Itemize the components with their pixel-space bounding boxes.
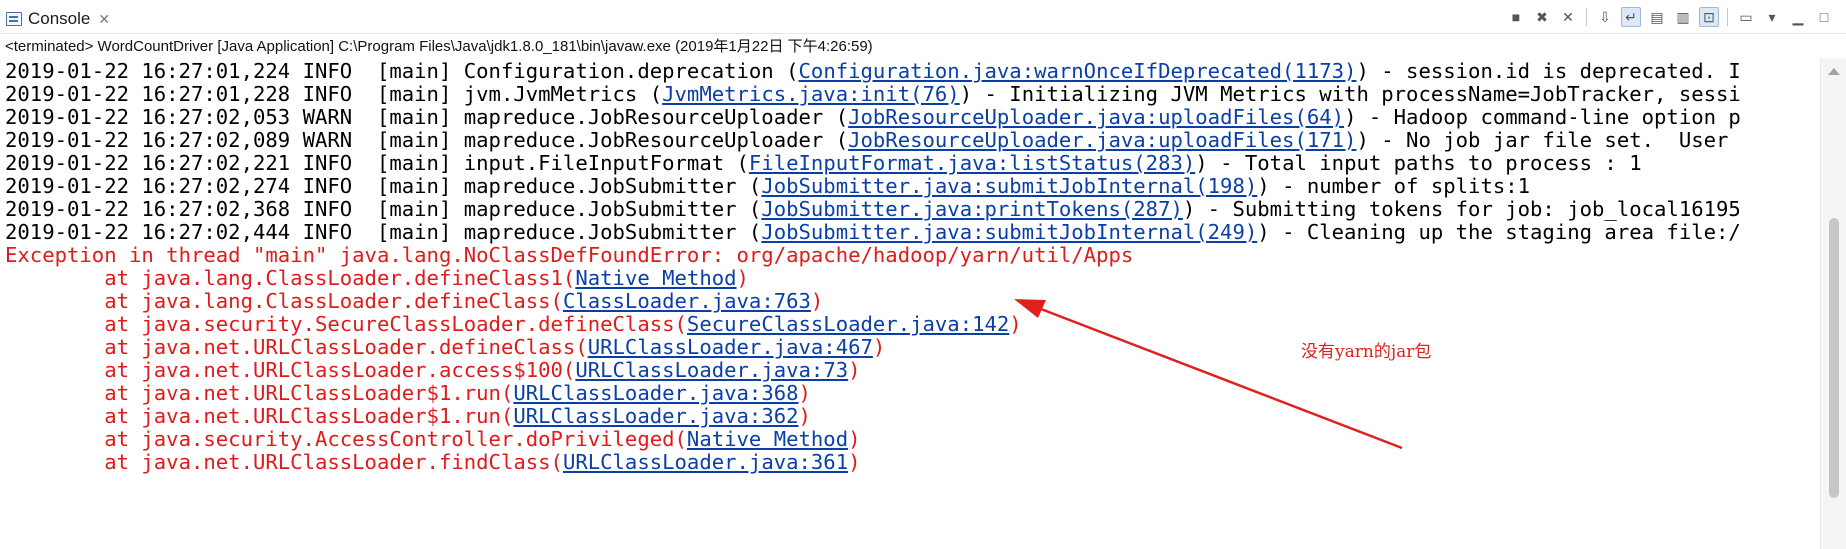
source-link[interactable]: SecureClassLoader.java:142 [687, 312, 1009, 336]
console-icon [6, 12, 22, 26]
tab-console[interactable]: Console ✕ [2, 4, 118, 34]
terminate-icon[interactable]: ■ [1506, 7, 1526, 27]
source-link[interactable]: JobSubmitter.java:printTokens(287) [761, 197, 1183, 221]
show-on-stderr-icon[interactable]: ▥ [1673, 7, 1693, 27]
remove-all-icon[interactable]: ✕ [1558, 7, 1578, 27]
tab-console-label: Console [28, 9, 91, 28]
word-wrap-icon[interactable]: ↵ [1621, 7, 1641, 27]
source-link[interactable]: JobSubmitter.java:submitJobInternal(198) [761, 174, 1257, 198]
source-link[interactable]: URLClassLoader.java:361 [563, 450, 848, 474]
toolbar-separator [1586, 8, 1587, 26]
open-console-icon[interactable]: ▾ [1762, 7, 1782, 27]
launch-status: <terminated> WordCountDriver [Java Appli… [5, 38, 873, 55]
console-toolbar: ■ ✖ ✕ ⇩ ↵ ▤ ▥ ⊡ ▭ ▾ ▁ □ [1506, 6, 1834, 28]
show-on-stdout-icon[interactable]: ▤ [1647, 7, 1667, 27]
source-link[interactable]: Configuration.java:warnOnceIfDeprecated(… [799, 59, 1357, 83]
display-console-icon[interactable]: ▭ [1736, 7, 1756, 27]
remove-launch-icon[interactable]: ✖ [1532, 7, 1552, 27]
source-link[interactable]: URLClassLoader.java:73 [575, 358, 848, 382]
source-link[interactable]: Native Method [687, 427, 848, 451]
stack-trace-line: at java.net.URLClassLoader.findClass(URL… [5, 450, 861, 474]
annotation-note: 没有yarn的jar包 [1301, 342, 1432, 362]
maximize-icon[interactable]: □ [1814, 7, 1834, 27]
toolbar-separator [1727, 8, 1728, 26]
source-link[interactable]: JobSubmitter.java:submitJobInternal(249) [761, 220, 1257, 244]
source-link[interactable]: URLClassLoader.java:467 [588, 335, 873, 359]
scroll-up-icon[interactable] [1828, 68, 1840, 75]
console-output[interactable]: 2019-01-22 16:27:01,224 INFO [main] Conf… [0, 58, 1820, 549]
source-link[interactable]: Native Method [575, 266, 736, 290]
minimize-icon[interactable]: ▁ [1788, 7, 1808, 27]
scrollbar-thumb[interactable] [1829, 218, 1839, 498]
source-link[interactable]: JobResourceUploader.java:uploadFiles(171… [848, 128, 1356, 152]
source-link[interactable]: URLClassLoader.java:362 [513, 404, 798, 428]
source-link[interactable]: JobResourceUploader.java:uploadFiles(64) [848, 105, 1344, 129]
close-icon[interactable]: ✕ [98, 11, 110, 28]
source-link[interactable]: JvmMetrics.java:init(76) [662, 82, 960, 106]
scroll-lock-icon[interactable]: ⇩ [1595, 7, 1615, 27]
console-tab-bar: Console ✕ ■ ✖ ✕ ⇩ ↵ ▤ ▥ ⊡ ▭ ▾ ▁ □ [0, 0, 1846, 34]
source-link[interactable]: URLClassLoader.java:368 [513, 381, 798, 405]
pin-icon[interactable]: ⊡ [1699, 7, 1719, 27]
source-link[interactable]: ClassLoader.java:763 [563, 289, 811, 313]
source-link[interactable]: FileInputFormat.java:listStatus(283) [749, 151, 1195, 175]
vertical-scrollbar[interactable] [1820, 58, 1846, 549]
